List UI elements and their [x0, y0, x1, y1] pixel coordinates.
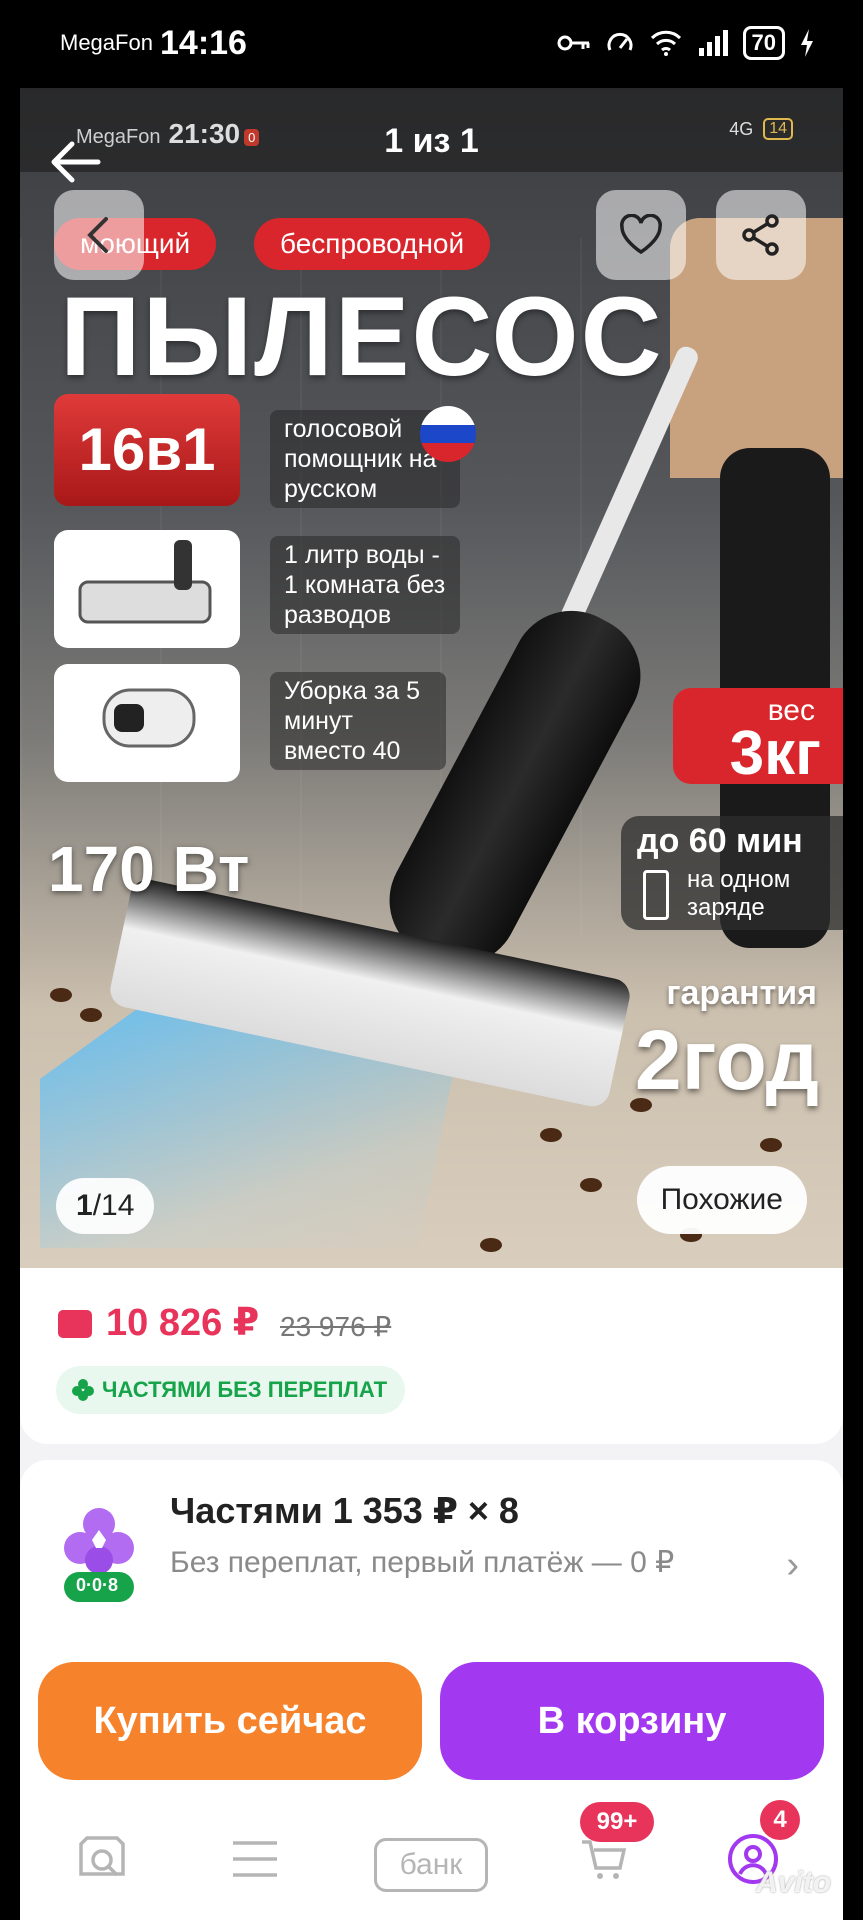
- installments-logo-text: 0·0·8: [76, 1575, 119, 1595]
- warranty-value: 2год: [634, 1013, 819, 1107]
- viewer-title: 1 из 1: [384, 122, 479, 160]
- weight-value: 3кг: [729, 719, 821, 788]
- thumbnail-floor-head: [54, 530, 240, 648]
- heart-icon: [620, 214, 662, 255]
- signal-icon: [698, 30, 728, 56]
- ad-headline: ПЫЛЕСОС: [60, 274, 664, 399]
- installments-card[interactable]: 0·0·8 Частями 1 353 ₽ × 8 Без переплат, …: [20, 1460, 843, 1650]
- installments-title: Частями 1 353 ₽ × 8: [170, 1490, 519, 1531]
- runtime-badge: до 60 мин на одном заряде: [621, 816, 843, 930]
- search-icon: [79, 1836, 125, 1877]
- profile-badge: 4: [760, 1800, 800, 1840]
- status-icons: 70: [557, 26, 815, 60]
- installments-subtitle: Без переплат, первый платёж — 0 ₽: [170, 1546, 675, 1579]
- installment-pill[interactable]: ЧАСТЯМИ БЕЗ ПЕРЕПЛАТ: [56, 1366, 406, 1414]
- nav-bank[interactable]: банк: [374, 1838, 488, 1892]
- image-counter: 1/14: [56, 1178, 155, 1234]
- coffee-bean: [480, 1238, 502, 1252]
- wifi-icon: [650, 30, 681, 56]
- wallet-icon: [58, 1310, 92, 1338]
- handle-icon: [102, 688, 196, 748]
- price-card: 10 826 ₽ 23 976 ₽ ЧАСТЯМИ БЕЗ ПЕРЕПЛАТ: [20, 1268, 843, 1444]
- action-bar: Купить сейчас В корзину: [20, 1650, 843, 1800]
- chevron-right-icon: ›: [786, 1544, 799, 1586]
- cart-badge: 99+: [580, 1802, 654, 1842]
- bottom-nav: банк 99+ 4 Avito: [20, 1800, 843, 1920]
- tag-cordless: беспроводной: [254, 218, 491, 270]
- floor-head-icon: [78, 540, 212, 624]
- favorite-button[interactable]: [596, 190, 686, 280]
- clock: 14:16: [160, 24, 247, 62]
- runtime-main: до 60 мин: [637, 822, 803, 860]
- feature-speed: Уборка за 5 минут вместо 40: [270, 672, 446, 770]
- buy-now-button[interactable]: Купить сейчас: [38, 1662, 422, 1780]
- coffee-bean: [80, 1008, 102, 1022]
- power-rating: 170 Вт: [48, 833, 250, 905]
- coffee-bean: [50, 988, 72, 1002]
- product-image[interactable]: MegaFon21:300 4G 14 1 из 1 моющий беспро…: [20, 88, 843, 1268]
- weight-badge: вес 3кг: [673, 688, 843, 788]
- menu-icon: [233, 1841, 277, 1877]
- mode-badge: 16в1: [54, 394, 240, 506]
- thumbnail-handle: [54, 664, 240, 782]
- share-icon: [742, 214, 779, 256]
- chevron-left-icon: [87, 217, 108, 253]
- coffee-bean: [580, 1178, 602, 1192]
- image-counter-total: 14: [101, 1189, 135, 1222]
- current-price: 10 826 ₽: [106, 1302, 260, 1344]
- avito-watermark: Avito: [756, 1866, 831, 1899]
- share-button[interactable]: [716, 190, 806, 280]
- image-counter-separator: /: [92, 1189, 102, 1222]
- nav-search[interactable]: [68, 1824, 138, 1894]
- prev-button[interactable]: [54, 190, 144, 280]
- image-counter-current: 1: [76, 1189, 93, 1222]
- coffee-bean: [760, 1138, 782, 1152]
- key-icon: [557, 35, 590, 51]
- feature-water: 1 литр воды - 1 комната без разводов: [270, 536, 460, 634]
- add-to-cart-button[interactable]: В корзину: [440, 1662, 824, 1780]
- installment-pill-label: ЧАСТЯМИ БЕЗ ПЕРЕПЛАТ: [102, 1377, 388, 1402]
- russia-flag-icon: [420, 406, 476, 462]
- nav-catalog[interactable]: [220, 1824, 290, 1894]
- similar-button[interactable]: Похожие: [636, 1166, 807, 1234]
- clover-icon: [72, 1379, 94, 1401]
- charging-icon: [801, 29, 813, 57]
- coffee-bean: [540, 1128, 562, 1142]
- battery-indicator: 70: [742, 26, 785, 60]
- screenshot-frame: MegaFon21:300 4G 14 1 из 1 моющий беспро…: [20, 88, 843, 1920]
- status-bar: MegaFon 14:16 70: [0, 0, 863, 88]
- old-price: 23 976 ₽: [280, 1311, 392, 1342]
- runtime-sub: на одном заряде: [687, 866, 791, 921]
- battery-icon: [643, 870, 669, 920]
- warranty-label: гарантия: [666, 974, 817, 1012]
- speed-icon: [607, 32, 632, 51]
- carrier-label: MegaFon: [60, 30, 153, 55]
